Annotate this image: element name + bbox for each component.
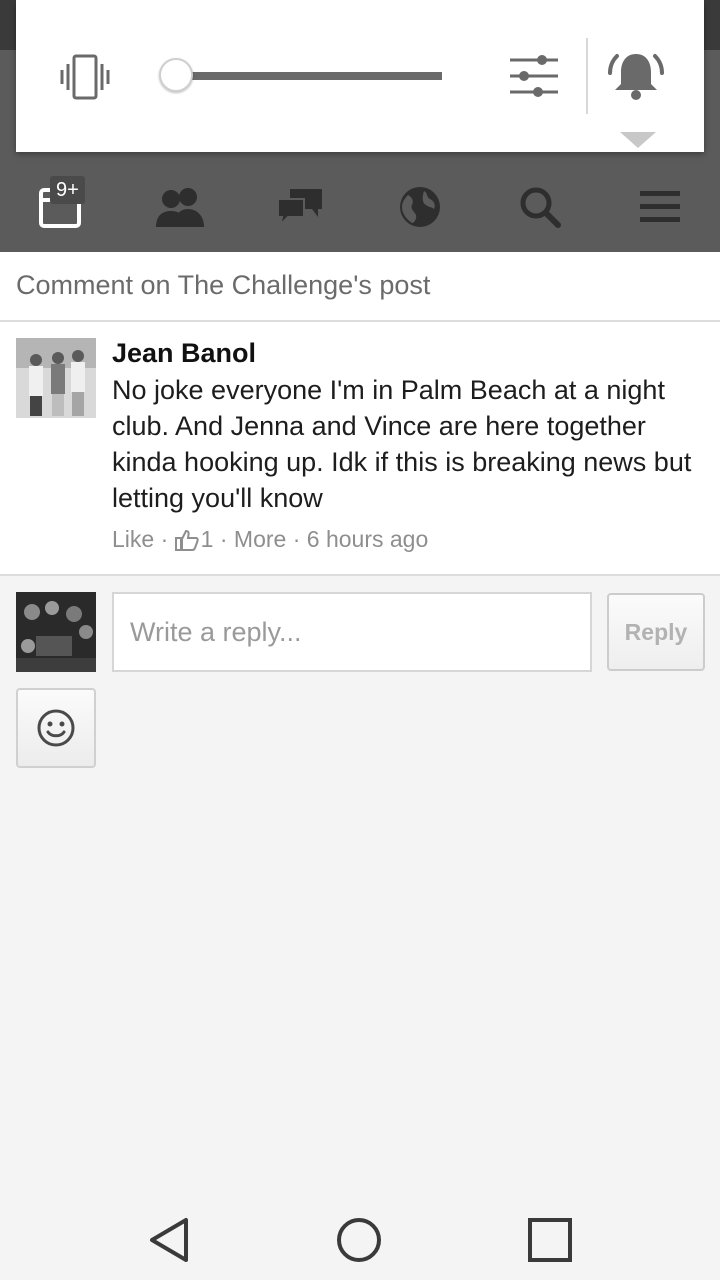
comment: Jean Banol No joke everyone I'm in Palm … bbox=[0, 322, 720, 576]
top-nav-bar: 9+ bbox=[0, 162, 720, 252]
volume-panel bbox=[16, 0, 704, 152]
meta-separator: · bbox=[213, 526, 234, 552]
volume-slider-track[interactable] bbox=[176, 72, 442, 80]
menu-icon bbox=[640, 191, 680, 222]
page-title: Comment on The Challenge's post bbox=[16, 270, 431, 300]
volume-slider-thumb[interactable] bbox=[159, 58, 193, 92]
expand-arrow-icon[interactable] bbox=[618, 130, 658, 150]
messages-icon bbox=[277, 189, 322, 229]
friends-icon bbox=[156, 188, 204, 227]
reply-input[interactable] bbox=[112, 592, 592, 672]
volume-slider-fill bbox=[176, 72, 442, 80]
nav-search[interactable] bbox=[480, 162, 600, 252]
thumbs-up-icon bbox=[174, 529, 199, 551]
nav-notifications[interactable]: 9+ bbox=[0, 162, 120, 252]
meta-separator: · bbox=[286, 526, 307, 552]
comment-meta: Like · 1 · More · 6 hours ago bbox=[112, 526, 428, 553]
like-link[interactable]: Like bbox=[112, 526, 154, 553]
reply-button[interactable]: Reply bbox=[607, 593, 705, 671]
nav-globe[interactable] bbox=[360, 162, 480, 252]
avatar[interactable] bbox=[16, 338, 96, 418]
search-icon bbox=[520, 187, 561, 228]
comment-text: No joke everyone I'm in Palm Beach at a … bbox=[112, 375, 692, 513]
comment-timestamp[interactable]: 6 hours ago bbox=[307, 526, 428, 553]
more-link[interactable]: More bbox=[234, 526, 286, 553]
like-count: 1 bbox=[200, 526, 214, 552]
recents-icon[interactable] bbox=[526, 1216, 574, 1264]
back-icon[interactable] bbox=[146, 1216, 194, 1264]
bell-icon[interactable] bbox=[608, 48, 664, 104]
notification-badge: 9+ bbox=[50, 176, 85, 204]
system-nav-bar bbox=[0, 1200, 720, 1280]
settings-sliders-icon[interactable] bbox=[508, 54, 560, 98]
vibrate-icon[interactable] bbox=[60, 52, 110, 102]
nav-messages[interactable] bbox=[240, 162, 360, 252]
smiley-icon bbox=[37, 709, 75, 747]
page-header: Comment on The Challenge's post bbox=[0, 252, 720, 322]
nav-menu[interactable] bbox=[600, 162, 720, 252]
emoji-button[interactable] bbox=[16, 688, 96, 768]
meta-separator: · bbox=[154, 526, 175, 552]
user-avatar bbox=[16, 592, 96, 672]
home-icon[interactable] bbox=[335, 1216, 383, 1264]
panel-divider bbox=[586, 38, 588, 114]
nav-friends[interactable] bbox=[120, 162, 240, 252]
globe-icon bbox=[400, 187, 440, 227]
comment-author[interactable]: Jean Banol bbox=[112, 338, 256, 369]
